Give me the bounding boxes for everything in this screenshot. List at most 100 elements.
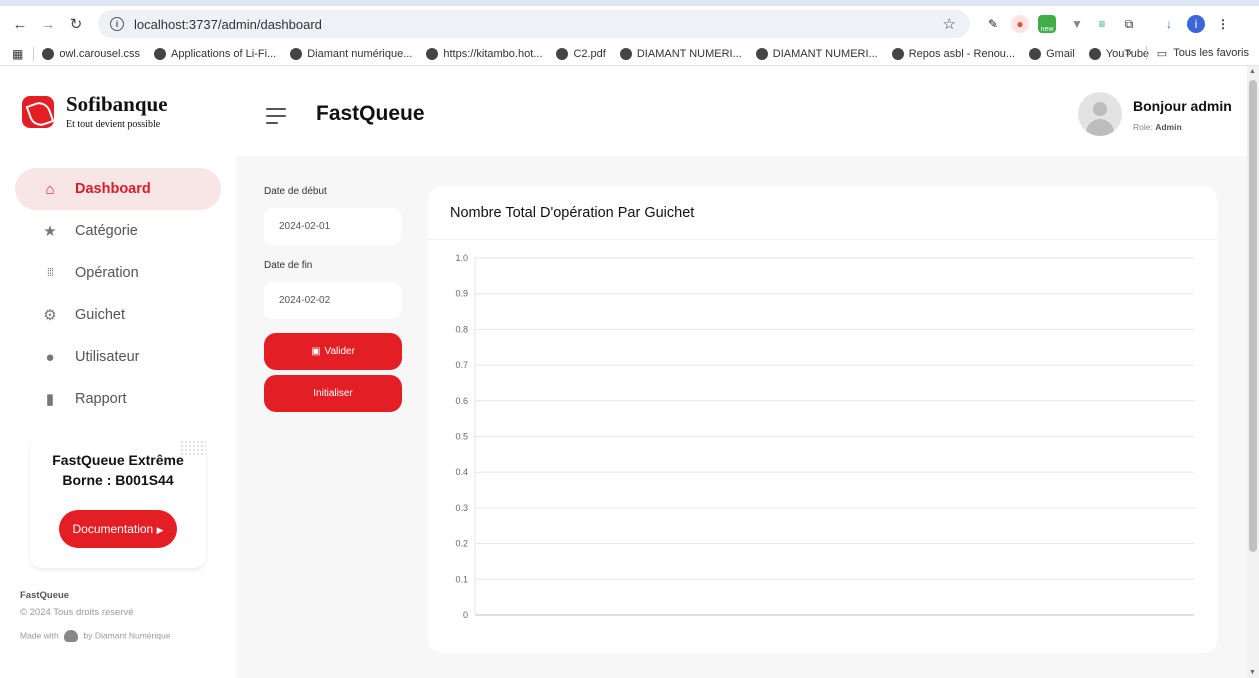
end-date-field[interactable]: 2024-02-02 bbox=[264, 282, 401, 319]
validate-label: Valider bbox=[324, 346, 355, 357]
avatar[interactable] bbox=[1078, 92, 1122, 136]
brand[interactable]: Sofibanque Et tout devient possible bbox=[22, 92, 168, 130]
heart-icon bbox=[64, 630, 79, 642]
bookmark-item[interactable]: owl.carousel.css bbox=[42, 47, 141, 60]
bookmark-label: owl.carousel.css bbox=[59, 47, 141, 60]
bookmark-separator bbox=[33, 46, 35, 61]
gear-icon: ⚙ bbox=[43, 307, 57, 324]
forward-icon[interactable]: → bbox=[34, 10, 62, 38]
extensions-puzzle-icon[interactable]: ⧉ bbox=[1120, 15, 1138, 33]
globe-icon bbox=[42, 47, 55, 60]
address-bar[interactable]: i localhost:3737/admin/dashboard ☆ bbox=[98, 10, 970, 38]
sofibanque-logo-icon bbox=[22, 96, 54, 128]
reset-button[interactable]: Initialiser bbox=[264, 375, 402, 412]
footer-copyright: © 2024 Tous droits reservé bbox=[20, 607, 134, 618]
user-icon: ● bbox=[45, 348, 55, 366]
all-bookmarks-link[interactable]: Tous les favoris bbox=[1173, 47, 1249, 59]
star-icon: ★ bbox=[43, 223, 57, 240]
sidebar-item-label: Opération bbox=[75, 265, 139, 281]
caret-right-icon: ▶ bbox=[156, 525, 164, 535]
footer-app-name: FastQueue bbox=[20, 590, 70, 601]
scroll-down-icon[interactable]: ▼ bbox=[1249, 669, 1256, 676]
scroll-up-icon[interactable]: ▲ bbox=[1249, 68, 1256, 75]
end-date-label: Date de fin bbox=[264, 260, 313, 271]
menu-kebab-icon[interactable]: ⋮ bbox=[1214, 15, 1232, 33]
y-tick-label: 0.2 bbox=[455, 539, 468, 549]
start-date-label: Date de début bbox=[264, 186, 327, 197]
bookmarks-overflow: » ▭ Tous les favoris bbox=[1126, 46, 1249, 60]
globe-icon bbox=[619, 47, 632, 60]
file-icon: ▮ bbox=[45, 391, 55, 408]
decorative-dots bbox=[180, 440, 206, 456]
list-extension-icon[interactable]: ≡ bbox=[1093, 15, 1111, 33]
bookmark-star-icon[interactable]: ☆ bbox=[943, 15, 956, 33]
sidebar-item-categorie[interactable]: ★ Catégorie bbox=[15, 210, 221, 252]
date-filters: Date de début 2024-02-01 Date de fin 202… bbox=[264, 186, 404, 412]
validate-button[interactable]: ▣ Valider bbox=[264, 333, 402, 370]
browser-toolbar: ← → ↻ i localhost:3737/admin/dashboard ☆… bbox=[0, 6, 1259, 42]
bookmark-item[interactable]: Gmail bbox=[1029, 47, 1075, 60]
sidebar-item-label: Utilisateur bbox=[75, 349, 140, 365]
more-bookmarks-button[interactable]: » bbox=[1126, 47, 1132, 59]
apps-grid-icon[interactable]: ▦ bbox=[12, 47, 23, 61]
shield-extension-icon[interactable]: ● bbox=[1011, 15, 1029, 33]
promo-card: FastQueue Extrême Borne : B001S44 Docume… bbox=[30, 436, 206, 568]
promo-borne: Borne : B001S44 bbox=[62, 472, 174, 488]
bookmark-list: owl.carousel.css Applications of Li-Fi...… bbox=[42, 47, 1163, 60]
globe-icon bbox=[1088, 47, 1101, 60]
bookmark-item[interactable]: Diamant numérique... bbox=[290, 47, 413, 60]
sidebar-item-dashboard[interactable]: ⌂ Dashboard bbox=[15, 168, 221, 210]
bookmark-label: DIAMANT NUMERI... bbox=[636, 47, 742, 60]
y-tick-label: 0.1 bbox=[455, 574, 468, 584]
bookmark-label: Applications of Li-Fi... bbox=[171, 47, 277, 60]
bookmark-item[interactable]: DIAMANT NUMERI... bbox=[619, 47, 742, 60]
sidebar-item-label: Dashboard bbox=[75, 181, 151, 197]
sidebar-item-guichet[interactable]: ⚙ Guichet bbox=[15, 294, 221, 336]
credit-text: by Diamant Numérique bbox=[83, 630, 171, 641]
greeting: Bonjour admin bbox=[1133, 98, 1232, 114]
hamburger-menu-icon[interactable] bbox=[266, 108, 286, 129]
profile-avatar[interactable]: i bbox=[1187, 15, 1205, 33]
y-tick-label: 1.0 bbox=[455, 253, 468, 263]
documentation-button[interactable]: Documentation ▶ bbox=[58, 510, 178, 548]
operations-chart: 1.0 0.9 0.8 0.7 0.6 0.5 0.4 0.3 0.2 0.1 0 bbox=[455, 253, 1194, 620]
download-icon[interactable]: ↓ bbox=[1160, 15, 1178, 33]
y-tick-label: 0.7 bbox=[455, 360, 468, 370]
new-extension-icon[interactable]: new bbox=[1038, 15, 1056, 33]
sidebar-item-operation[interactable]: ⁞⁞⁞ Opération bbox=[15, 252, 221, 294]
globe-icon bbox=[290, 47, 303, 60]
bookmark-item[interactable]: https://kitambo.hot... bbox=[426, 47, 542, 60]
sidebar-footer: FastQueue © 2024 Tous droits reservé Mad… bbox=[20, 590, 170, 642]
bookmark-label: Repos asbl - Renou... bbox=[908, 47, 1016, 60]
start-date-field[interactable]: 2024-02-01 bbox=[264, 208, 401, 245]
brand-name: Sofibanque bbox=[66, 92, 168, 116]
bookmark-item[interactable]: DIAMANT NUMERI... bbox=[755, 47, 878, 60]
y-tick-label: 0.9 bbox=[455, 289, 468, 299]
home-icon: ⌂ bbox=[45, 180, 55, 198]
app: Sofibanque Et tout devient possible ⌂ Da… bbox=[0, 66, 1247, 678]
scrollbar-thumb[interactable] bbox=[1249, 80, 1257, 552]
bookmark-item[interactable]: C2.pdf bbox=[556, 47, 606, 60]
y-tick-label: 0 bbox=[463, 610, 468, 620]
sidebar-item-rapport[interactable]: ▮ Rapport bbox=[15, 378, 221, 420]
bookmark-label: Diamant numérique... bbox=[307, 47, 413, 60]
globe-icon bbox=[426, 47, 439, 60]
page-scrollbar[interactable]: ▲ ▼ bbox=[1247, 66, 1259, 678]
sidebar-item-label: Catégorie bbox=[75, 223, 138, 239]
site-info-icon[interactable]: i bbox=[110, 17, 124, 31]
bookmark-item[interactable]: Applications of Li-Fi... bbox=[154, 47, 277, 60]
bookmark-label: C2.pdf bbox=[573, 47, 606, 60]
globe-icon bbox=[891, 47, 904, 60]
y-tick-label: 0.6 bbox=[455, 396, 468, 406]
globe-icon bbox=[556, 47, 569, 60]
bookmark-separator bbox=[1145, 46, 1147, 60]
back-icon[interactable]: ← bbox=[6, 10, 34, 38]
vue-extension-icon[interactable]: ▼ bbox=[1068, 15, 1086, 33]
eyedropper-icon[interactable]: ✎ bbox=[984, 15, 1002, 33]
y-tick-label: 0.5 bbox=[455, 432, 468, 442]
reload-icon[interactable]: ↻ bbox=[62, 10, 90, 38]
bookmark-item[interactable]: Repos asbl - Renou... bbox=[891, 47, 1016, 60]
bookmark-label: DIAMANT NUMERI... bbox=[772, 47, 878, 60]
sidebar-item-utilisateur[interactable]: ● Utilisateur bbox=[15, 336, 221, 378]
footer-credit: Made with by Diamant Numérique bbox=[20, 630, 170, 642]
